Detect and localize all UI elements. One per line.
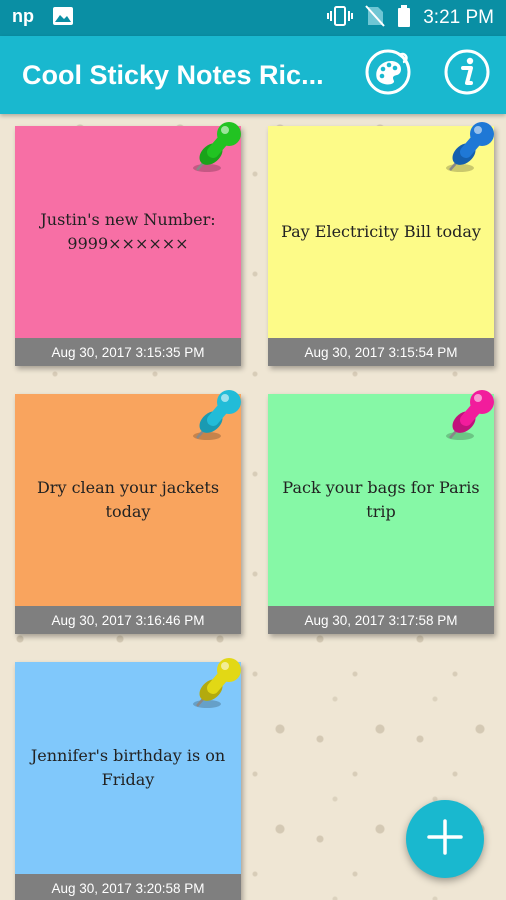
info-button[interactable] xyxy=(443,48,491,101)
svg-text:np: np xyxy=(12,6,34,26)
app-bar: Cool Sticky Notes Ric... xyxy=(0,36,506,114)
status-time: 3:21 PM xyxy=(423,7,494,28)
note-date: Aug 30, 2017 3:15:35 PM xyxy=(15,338,241,366)
pushpin-icon xyxy=(193,390,241,440)
note-date: Aug 30, 2017 3:15:54 PM xyxy=(268,338,494,366)
note-card[interactable]: Pack your bags for Paris trip Aug 30, 20… xyxy=(268,390,494,634)
plus-icon xyxy=(425,817,465,862)
battery-icon xyxy=(397,4,411,32)
note-date: Aug 30, 2017 3:20:58 PM xyxy=(15,874,241,900)
notification-np-icon: np xyxy=(12,5,38,32)
notes-grid: Justin's new Number: 9999×××××× Aug 30, … xyxy=(0,114,506,900)
add-note-button[interactable] xyxy=(406,800,484,878)
info-icon xyxy=(443,48,491,101)
note-card[interactable]: Jennifer's birthday is on Friday Aug 30,… xyxy=(15,658,241,900)
pushpin-icon xyxy=(446,390,494,440)
pushpin-icon xyxy=(193,658,241,708)
vibrate-icon xyxy=(327,5,354,32)
app-title: Cool Sticky Notes Ric... xyxy=(22,59,324,90)
note-date: Aug 30, 2017 3:17:58 PM xyxy=(268,606,494,634)
image-icon xyxy=(52,6,74,31)
palette-icon xyxy=(364,48,412,101)
note-card[interactable]: Justin's new Number: 9999×××××× Aug 30, … xyxy=(15,122,241,366)
pushpin-icon xyxy=(193,122,241,172)
pushpin-icon xyxy=(446,122,494,172)
status-bar: np 3:21 PM xyxy=(0,0,506,36)
note-date: Aug 30, 2017 3:16:46 PM xyxy=(15,606,241,634)
note-card[interactable]: Dry clean your jackets today Aug 30, 201… xyxy=(15,390,241,634)
note-card[interactable]: Pay Electricity Bill today Aug 30, 2017 … xyxy=(268,122,494,366)
no-sim-icon xyxy=(365,4,385,32)
palette-button[interactable] xyxy=(364,48,412,101)
